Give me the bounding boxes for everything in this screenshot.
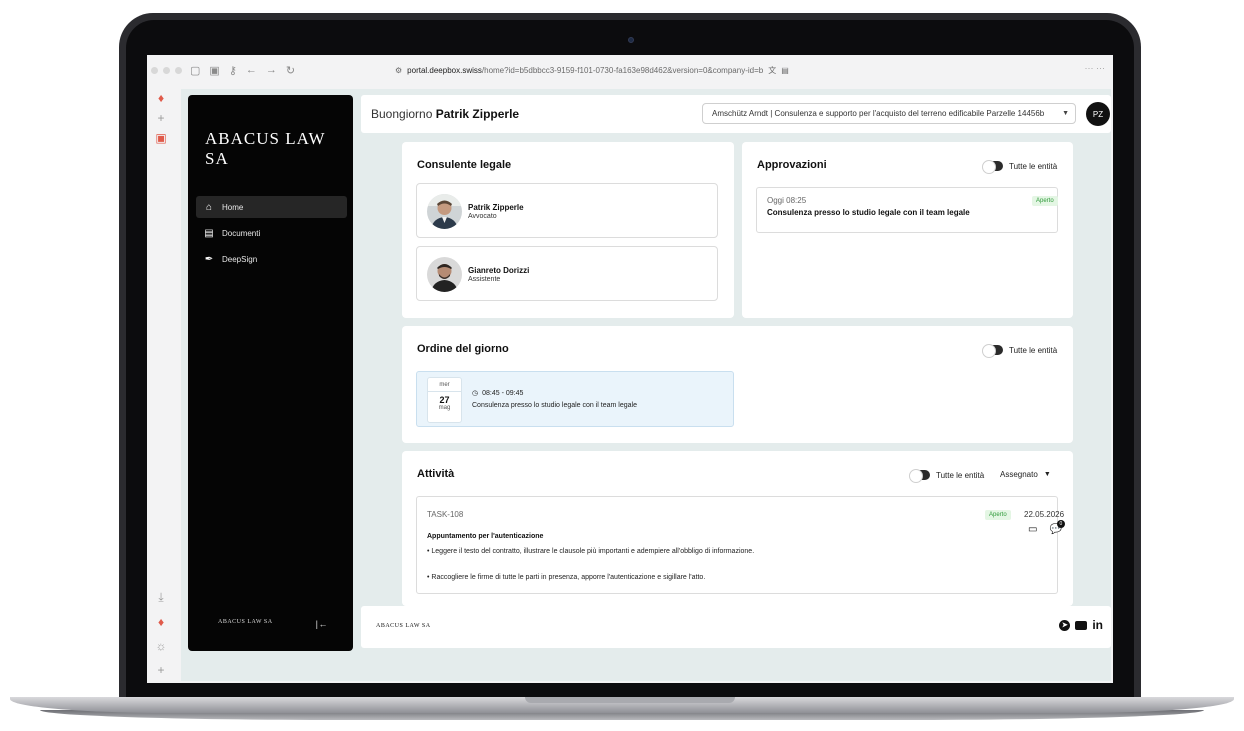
person-photo [427,194,462,229]
person-card[interactable]: Gianreto Dorizzi Assistente [416,246,718,301]
filter-value: Assegnato [1000,470,1038,479]
footer-brand: ABACUS LAW SA [376,623,431,629]
person-photo [427,257,462,292]
agenda-event[interactable]: mer 27 mag ◷ 08:45 - 09:45 Consulenza pr… [416,371,734,427]
agenda-card: Ordine del giorno Tutte le entità mer 27… [402,326,1073,443]
toggle-switch[interactable] [982,160,1003,174]
approvals-title: Approvazioni [757,159,827,171]
event-weekday: mer [439,382,450,388]
social-links: ➤ in [1059,618,1103,632]
legal-advisor-title: Consulente legale [417,159,512,171]
pen-icon: ✒ [204,253,214,265]
sidebar-item-label: Home [222,202,244,212]
person-name: Gianreto Dorizzi [468,266,530,275]
event-time-text: 08:45 - 09:45 [482,389,524,397]
sidebar-item-home[interactable]: ⌂ Home [196,196,347,218]
task-item[interactable]: TASK-108 Aperto 22.05.2026 ▭ 💬 0 Appuntam… [416,496,1065,594]
toggle-label: Tutte le entità [1009,161,1058,171]
task-title: Appuntamento per l'autenticazione [427,533,544,540]
company-select[interactable]: Amschütz Arndt | Consulenza e supporto p… [702,103,1076,124]
activities-title: Attività [417,468,455,480]
event-month: mag [438,405,451,411]
home-icon: ⌂ [205,201,213,213]
status-badge: Aperto [985,510,1011,520]
linkedin-icon[interactable]: in [1092,618,1103,632]
company-select-value: Amschütz Arndt | Consulenza e supporto p… [712,109,1045,118]
event-day: 27 [439,395,450,405]
toggle-switch[interactable] [982,344,1003,358]
greeting-text: Buongiorno [371,107,433,121]
collapse-sidebar-icon[interactable]: |← [316,619,328,629]
approval-time: Oggi 08:25 [767,196,807,205]
task-bullet: • Raccogliere le firme di tutte le parti… [427,574,706,581]
activities-filter-select[interactable]: Assegnato ▼ [1000,470,1051,479]
toggle-switch[interactable] [909,469,930,483]
approvals-card: Approvazioni Tutte le entità Oggi 08:25 … [742,142,1073,318]
event-time: ◷ 08:45 - 09:45 [472,389,524,398]
sidebar-brand: ABACUS LAW SA [205,129,326,168]
task-date: 22.05.2026 [1024,510,1065,519]
activities-entity-toggle[interactable]: Tutte le entità [909,469,985,483]
agenda-title: Ordine del giorno [417,343,509,355]
legal-advisor-card: Consulente legale Patrik Zipperle Avvoca… [402,142,734,318]
toggle-label: Tutte le entità [936,470,985,480]
event-date: mer 27 mag [427,377,462,423]
person-role: Assistente [468,276,501,283]
person-name: Patrik Zipperle [468,203,524,212]
camera-icon [628,37,634,43]
person-role: Avvocato [468,213,497,220]
laptop-notch [525,697,735,703]
laptop-mockup: ▢ ▣ ⚷ ← → ↻ ⚙ portal.deepbox.swiss/home?… [0,0,1244,731]
app-footer: ABACUS LAW SA ➤ in [361,606,1111,648]
sidebar-item-deepsign[interactable]: ✒ DeepSign [196,248,347,270]
agenda-entity-toggle[interactable]: Tutte le entità [982,344,1058,358]
sidebar-item-label: DeepSign [222,254,258,264]
task-bullet: • Leggere il testo del contratto, illust… [427,548,755,555]
youtube-icon[interactable] [1075,620,1088,630]
avatar[interactable]: PZ [1086,102,1110,126]
person-card[interactable]: Patrik Zipperle Avvocato [416,183,718,238]
app-header: Buongiorno Patrik Zipperle Amschütz Arnd… [361,95,1111,133]
event-description: Consulenza presso lo studio legale con i… [472,402,637,409]
telegram-icon[interactable]: ➤ [1059,619,1071,631]
comment-icon[interactable]: 💬 0 [1049,520,1065,535]
chevron-down-icon: ▼ [1062,110,1069,117]
toggle-label: Tutte le entità [1009,345,1058,355]
activities-card: Attività Tutte le entità Assegnato ▼ TAS… [402,451,1073,606]
comment-count-badge: 0 [1056,520,1065,528]
user-name: Patrik Zipperle [435,107,520,121]
app-viewport: ABACUS LAW SA ⌂ Home ▤ Documenti ✒ DeepS… [147,55,1113,683]
sidebar-item-label: Documenti [222,228,261,238]
status-badge: Aperto [1032,196,1058,206]
greeting: Buongiorno Patrik Zipperle [371,107,519,121]
approval-title: Consulenza presso lo studio legale con i… [767,208,970,217]
archive-icon: ▤ [204,227,214,239]
approval-item[interactable]: Oggi 08:25 Aperto Consulenza presso lo s… [756,187,1058,233]
sidebar-footer-brand: ABACUS LAW SA [218,619,273,625]
app-sidebar: ABACUS LAW SA ⌂ Home ▤ Documenti ✒ DeepS… [188,95,353,651]
sidebar-item-documenti[interactable]: ▤ Documenti [196,222,347,244]
clock-icon: ◷ [472,390,479,397]
approvals-entity-toggle[interactable]: Tutte le entità [982,160,1058,174]
folder-icon[interactable]: ▭ [1028,524,1037,535]
chevron-down-icon: ▼ [1043,471,1051,478]
task-id: TASK-108 [427,510,464,519]
sidebar-nav: ⌂ Home ▤ Documenti ✒ DeepSign [196,196,347,274]
